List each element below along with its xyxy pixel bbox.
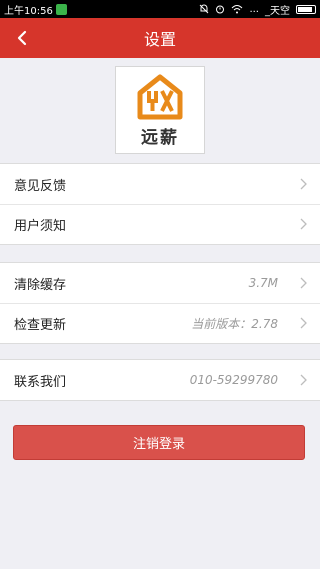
alarm-icon xyxy=(216,5,225,14)
logout-button[interactable]: 注销登录 xyxy=(13,425,305,460)
mute-icon xyxy=(200,4,209,14)
row-check-update-label: 检查更新 xyxy=(14,317,67,333)
nav-bar: 设置 xyxy=(0,18,320,58)
back-button[interactable] xyxy=(8,24,36,52)
cache-size-value: 3.7M xyxy=(248,276,278,290)
settings-group-feedback: 意见反馈 用户须知 xyxy=(0,163,320,245)
logo-brand-text: 远薪 xyxy=(141,127,179,148)
contact-phone-value: 010-59299780 xyxy=(189,373,278,387)
row-clear-cache-label: 清除缓存 xyxy=(14,277,67,293)
settings-group-maintenance: 清除缓存 3.7M 检查更新 当前版本：2.78 xyxy=(0,262,320,344)
chevron-right-icon xyxy=(300,178,307,190)
wifi-icon xyxy=(232,5,243,14)
status-time: 上午10:56 xyxy=(4,5,53,17)
row-contact-us[interactable]: 联系我们 010-59299780 xyxy=(0,360,320,400)
status-icons: ... _天空 xyxy=(199,2,316,17)
row-user-notice-label: 用户须知 xyxy=(14,218,67,234)
battery-icon xyxy=(296,4,316,14)
chevron-left-icon xyxy=(17,30,27,46)
carrier-name: _天空 xyxy=(265,5,290,17)
row-feedback[interactable]: 意见反馈 xyxy=(0,164,320,204)
row-feedback-label: 意见反馈 xyxy=(14,178,67,194)
row-check-update[interactable]: 检查更新 当前版本：2.78 xyxy=(0,303,320,343)
logo-mark-icon xyxy=(137,74,183,119)
page-title: 设置 xyxy=(143,30,176,49)
app-notification-icon xyxy=(55,3,67,15)
version-value: 当前版本：2.78 xyxy=(191,316,278,331)
row-clear-cache[interactable]: 清除缓存 3.7M xyxy=(0,263,320,303)
chevron-right-icon xyxy=(300,374,307,386)
row-user-notice[interactable]: 用户须知 xyxy=(0,204,320,244)
app-logo: 远薪 xyxy=(115,66,205,154)
chevron-right-icon xyxy=(300,317,307,329)
row-contact-us-label: 联系我们 xyxy=(14,374,67,390)
settings-group-contact: 联系我们 010-59299780 xyxy=(0,359,320,401)
chevron-right-icon xyxy=(300,277,307,289)
status-bar: 上午10:56 ... _天空 xyxy=(0,0,320,18)
chevron-right-icon xyxy=(300,218,307,230)
signal-text: ... xyxy=(249,3,259,15)
